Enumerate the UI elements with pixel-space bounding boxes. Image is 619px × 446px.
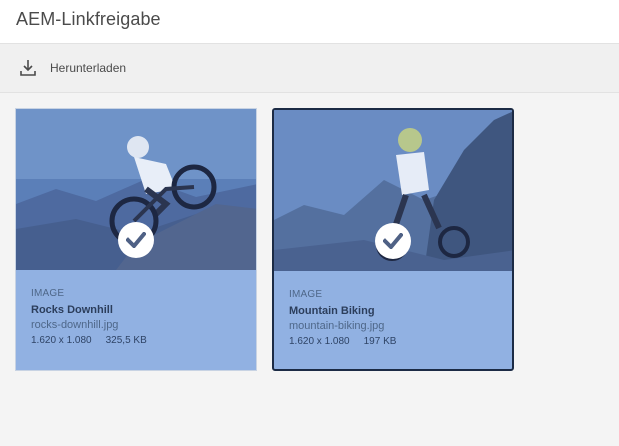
page-title: AEM-Linkfreigabe bbox=[16, 9, 161, 29]
asset-card-rocks-downhill[interactable]: IMAGE Rocks Downhill rocks-downhill.jpg … bbox=[15, 108, 257, 371]
asset-size: 325,5 KB bbox=[105, 335, 147, 346]
selected-check-icon[interactable] bbox=[375, 223, 411, 259]
asset-type: IMAGE bbox=[31, 288, 65, 299]
asset-title: Rocks Downhill bbox=[31, 304, 113, 316]
asset-size: 197 KB bbox=[363, 336, 397, 347]
asset-title: Mountain Biking bbox=[289, 305, 375, 317]
asset-dimensions: 1.620 x 1.080 bbox=[31, 335, 92, 346]
asset-type: IMAGE bbox=[289, 289, 323, 300]
download-icon bbox=[20, 59, 36, 77]
asset-filename: mountain-biking.jpg bbox=[289, 320, 385, 332]
asset-card-mountain-biking[interactable]: IMAGE Mountain Biking mountain-biking.jp… bbox=[272, 108, 514, 371]
asset-meta: IMAGE Mountain Biking mountain-biking.jp… bbox=[289, 289, 502, 347]
selected-check-icon[interactable] bbox=[118, 222, 154, 258]
asset-dimensions-size: 1.620 x 1.080 197 KB bbox=[289, 336, 502, 347]
header: AEM-Linkfreigabe bbox=[0, 0, 619, 44]
asset-dimensions: 1.620 x 1.080 bbox=[289, 336, 350, 347]
asset-filename: rocks-downhill.jpg bbox=[31, 319, 119, 331]
download-label: Herunterladen bbox=[50, 61, 127, 75]
download-button[interactable]: Herunterladen bbox=[20, 56, 126, 80]
asset-meta: IMAGE Rocks Downhill rocks-downhill.jpg … bbox=[31, 288, 246, 346]
asset-dimensions-size: 1.620 x 1.080 325,5 KB bbox=[31, 335, 246, 346]
toolbar: Herunterladen bbox=[0, 44, 619, 93]
